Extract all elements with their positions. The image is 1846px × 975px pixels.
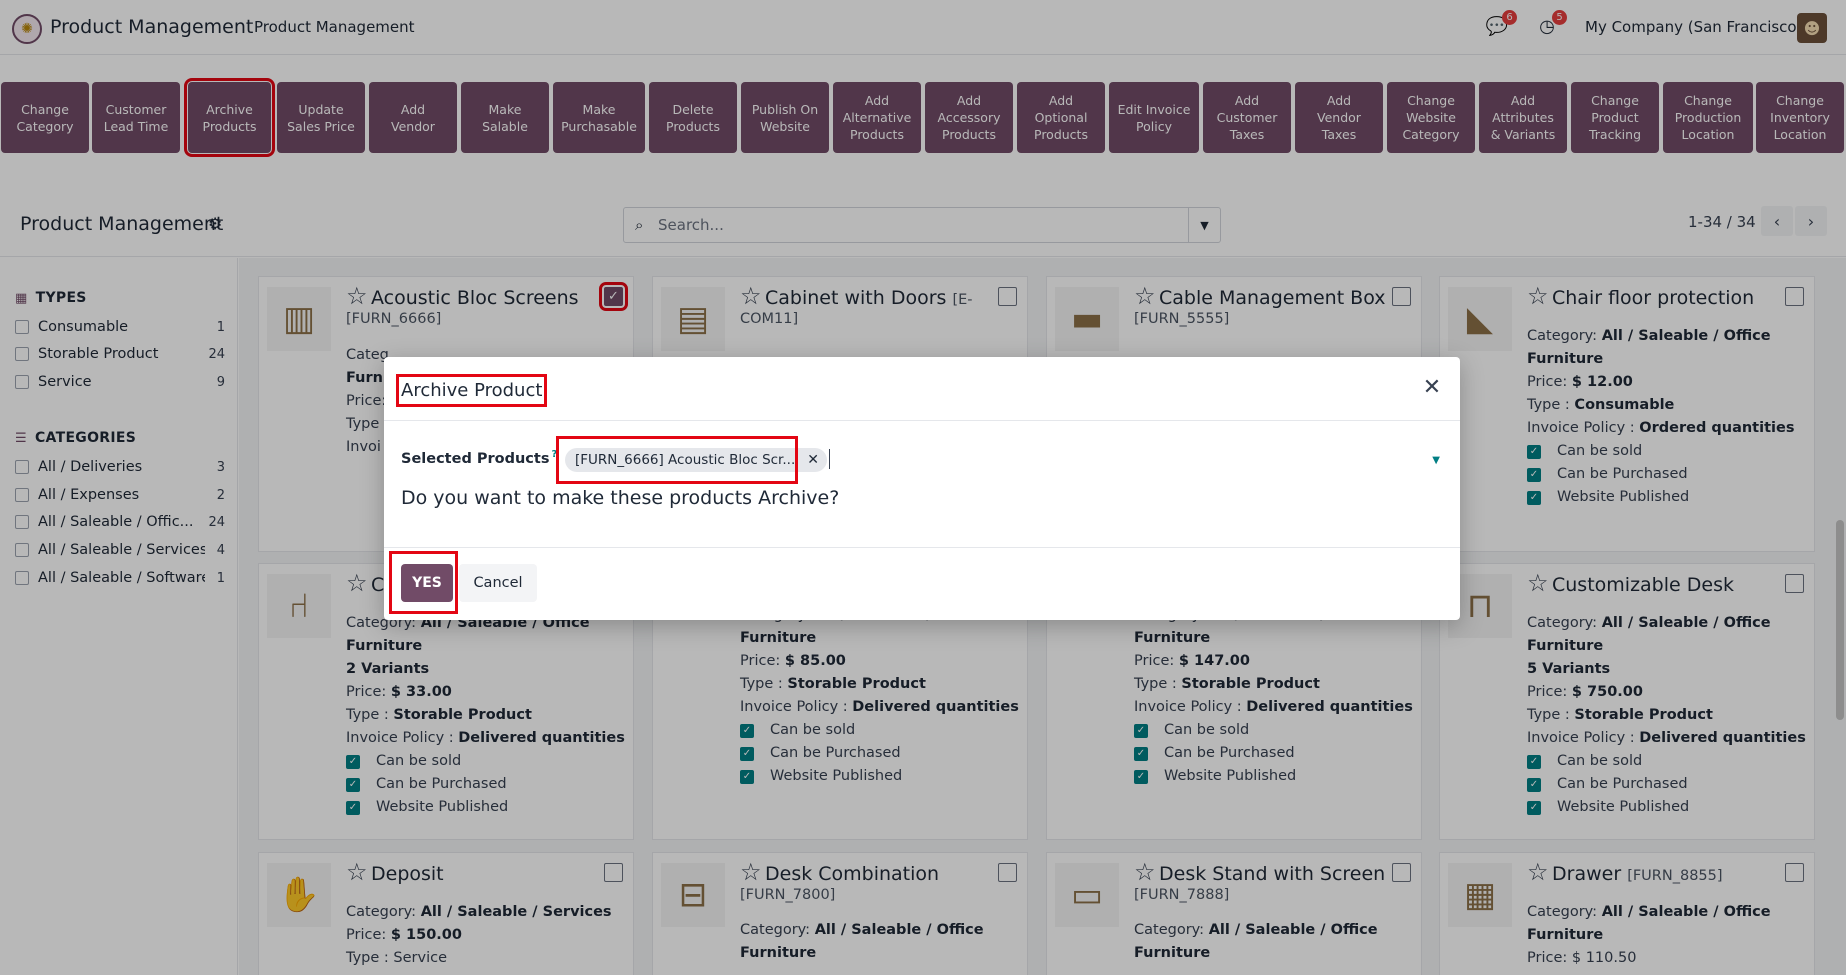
field-dropdown-caret-icon[interactable]: ▼ bbox=[1432, 455, 1440, 466]
remove-tag-icon[interactable]: ✕ bbox=[807, 452, 819, 468]
dialog-title: Archive Product bbox=[395, 374, 548, 407]
cancel-button[interactable]: Cancel bbox=[459, 564, 537, 602]
selected-products-label: Selected Products? bbox=[401, 449, 558, 467]
confirmation-question: Do you want to make these products Archi… bbox=[401, 487, 840, 509]
selected-products-field[interactable]: [FURN_6666] Acoustic Bloc Scr... ✕ bbox=[556, 436, 827, 484]
product-tag: [FURN_6666] Acoustic Bloc Scr... ✕ bbox=[565, 448, 827, 472]
dialog-footer-divider bbox=[384, 547, 1460, 548]
help-tooltip-icon[interactable]: ? bbox=[551, 449, 557, 460]
dialog-header-divider bbox=[384, 420, 1460, 421]
yes-button[interactable]: YES bbox=[401, 564, 453, 602]
archive-product-dialog: Archive Product ✕ Selected Products? [FU… bbox=[384, 357, 1460, 620]
close-icon[interactable]: ✕ bbox=[1418, 374, 1446, 402]
text-cursor bbox=[829, 449, 830, 469]
